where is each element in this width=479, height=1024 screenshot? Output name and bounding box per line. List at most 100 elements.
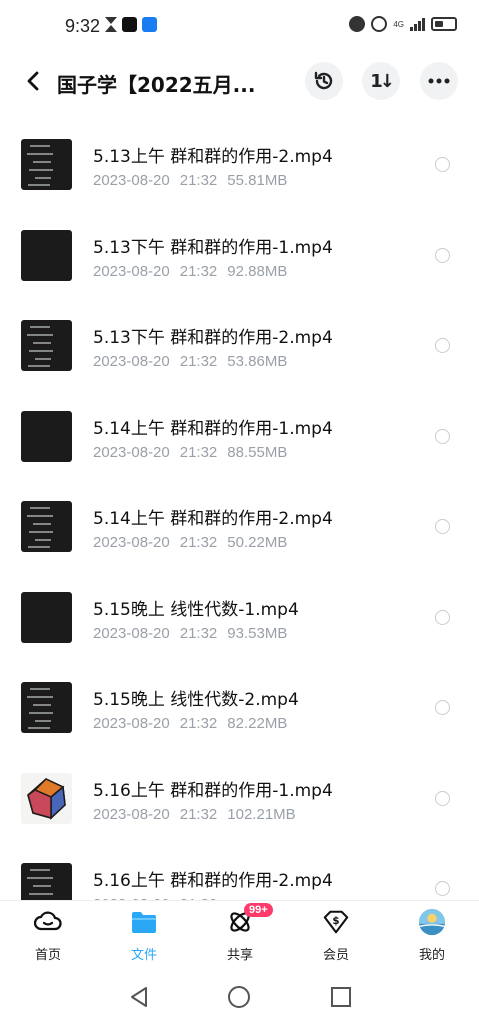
tiktok-icon	[122, 17, 137, 32]
file-date: 2023-08-20	[93, 715, 170, 732]
file-date: 2023-08-20	[93, 262, 170, 280]
file-size: 88.55MB	[227, 443, 288, 461]
file-time: 21:32	[179, 534, 218, 551]
file-meta: 2023-08-20 21:32 102.21MB	[93, 806, 306, 823]
video-thumbnail	[21, 863, 72, 900]
video-thumbnail	[21, 229, 72, 281]
file-row[interactable]: 5.14上午 群和群的作用-1.mp4 2023-08-20 21:32 88.55M…	[0, 390, 479, 481]
file-row[interactable]: 5.16上午 群和群的作用-1.mp4 2023-08-20 21:32 102.21…	[0, 752, 479, 843]
file-name: 5.15晚上 线性代数-2.mp4	[93, 690, 299, 710]
file-meta: 2023-08-20 21:32 53.86MB	[93, 353, 297, 370]
circle-home-icon	[228, 986, 250, 1008]
file-row[interactable]: 5.13上午 群和群的作用-2.mp4 2023-08-20 21:32 55.81M…	[0, 118, 479, 209]
file-name: 5.13下午 群和群的作用-1.mp4	[93, 237, 333, 258]
nav-label-vip: 会员	[322, 948, 349, 963]
file-size: 55.81MB	[227, 172, 288, 189]
nav-label-share: 共享	[226, 948, 253, 963]
nav-item-home[interactable]: 首页	[0, 901, 96, 971]
triangle-back-icon	[131, 987, 147, 1007]
file-date: 2023-08-20	[93, 624, 170, 642]
system-back-button[interactable]	[126, 984, 152, 1010]
sort-button[interactable]: 1↓	[362, 62, 400, 100]
system-home-button[interactable]	[226, 984, 252, 1010]
file-time: 21:32	[179, 805, 218, 823]
history-icon	[314, 71, 333, 90]
system-recents-button[interactable]	[328, 984, 354, 1010]
nav-item-files[interactable]: 文件	[96, 901, 192, 971]
file-date: 2023-08-20	[93, 805, 170, 823]
select-radio[interactable]	[435, 700, 450, 715]
video-thumbnail	[21, 591, 72, 643]
file-name: 5.14上午 群和群的作用-2.mp4	[93, 509, 333, 529]
sort-icon: 1↓	[370, 70, 395, 92]
back-button[interactable]	[18, 66, 48, 96]
file-time: 21:32	[179, 715, 218, 732]
nav-item-vip[interactable]: $ 会员	[288, 901, 384, 971]
nav-item-me[interactable]: 我的	[384, 901, 479, 971]
select-radio[interactable]	[435, 881, 450, 896]
select-radio[interactable]	[435, 790, 450, 806]
file-row[interactable]: 5.14上午 群和群的作用-2.mp4 2023-08-20 21:32 50.22M…	[0, 480, 479, 571]
file-size: 102.21MB	[227, 805, 296, 823]
nav-label-home: 首页	[34, 948, 61, 963]
nav-item-share[interactable]: 99+ 共享	[192, 901, 288, 971]
share-badge: 99+	[244, 903, 273, 917]
file-size: 82.22MB	[227, 715, 288, 732]
nav-label-me: 我的	[418, 948, 445, 963]
video-thumbnail	[21, 772, 72, 824]
file-row[interactable]: 5.16上午 群和群的作用-2.mp42023-08-2021:32	[0, 842, 479, 900]
history-button[interactable]	[305, 62, 343, 100]
bottom-nav: 首页 文件 99+ 共享 $ 会员 我的	[0, 900, 479, 970]
video-thumbnail	[21, 320, 72, 371]
more-dots-icon	[428, 78, 450, 84]
file-size: 50.22MB	[227, 534, 288, 551]
file-date: 2023-08-20	[93, 172, 170, 189]
file-date: 2023-08-20	[93, 443, 170, 461]
battery-icon	[431, 17, 457, 31]
network-type-label: 4G	[393, 19, 404, 29]
folder-icon	[130, 908, 158, 936]
video-thumbnail	[21, 410, 72, 462]
status-time: 9:32	[65, 16, 101, 36]
nav-label-files: 文件	[130, 948, 157, 963]
hourglass-icon	[105, 17, 117, 32]
status-system-icons: 4G	[349, 16, 457, 32]
file-name: 5.13上午 群和群的作用-2.mp4	[93, 147, 333, 167]
select-radio[interactable]	[435, 247, 450, 263]
select-radio[interactable]	[435, 609, 450, 625]
status-notification-icons	[105, 17, 157, 32]
home-cloud-icon	[34, 908, 62, 936]
app-notification-icon	[142, 17, 157, 32]
file-name: 5.14上午 群和群的作用-1.mp4	[93, 418, 333, 439]
file-name: 5.13下午 群和群的作用-2.mp4	[93, 328, 333, 348]
system-nav-bar	[0, 970, 479, 1024]
file-size: 92.88MB	[227, 262, 288, 280]
select-radio[interactable]	[435, 338, 450, 353]
file-time: 21:32	[179, 172, 218, 189]
signal-icon	[410, 17, 425, 31]
file-time: 21:32	[179, 443, 218, 461]
folder-title: 国子学【2022五月...	[57, 73, 256, 97]
back-arrow-icon	[27, 71, 39, 91]
video-thumbnail	[21, 139, 72, 190]
file-row[interactable]: 5.13下午 群和群的作用-1.mp4 2023-08-20 21:32 92.88M…	[0, 209, 479, 300]
file-row[interactable]: 5.15晚上 线性代数-1.mp4 2023-08-20 21:32 93.53MB	[0, 571, 479, 662]
file-time: 21:32	[179, 262, 218, 280]
folder-header: 国子学【2022五月... 1↓	[0, 56, 479, 110]
file-row[interactable]: 5.15晚上 线性代数-2.mp4 2023-08-20 21:32 82.22MB	[0, 661, 479, 752]
select-radio[interactable]	[435, 519, 450, 534]
file-meta: 2023-08-20 21:32 93.53MB	[93, 625, 297, 642]
file-size: 93.53MB	[227, 624, 288, 642]
svg-text:$: $	[332, 915, 339, 927]
select-radio[interactable]	[435, 428, 450, 444]
file-date: 2023-08-20	[93, 534, 170, 551]
square-recents-icon	[331, 987, 351, 1007]
status-bar: 9:32 4G	[0, 0, 479, 56]
hotspot-icon	[371, 16, 388, 32]
file-row[interactable]: 5.13下午 群和群的作用-2.mp4 2023-08-20 21:32 53.86M…	[0, 299, 479, 390]
select-radio[interactable]	[435, 157, 450, 172]
file-size: 53.86MB	[227, 353, 288, 370]
file-name: 5.15晚上 线性代数-1.mp4	[93, 599, 299, 620]
more-button[interactable]	[420, 62, 458, 100]
video-thumbnail	[21, 501, 72, 552]
